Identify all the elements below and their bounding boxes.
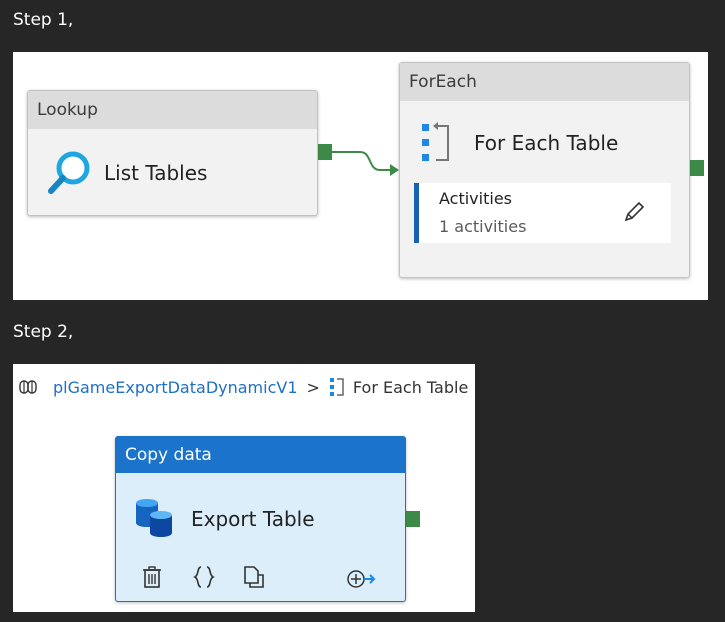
delete-icon[interactable] (140, 565, 164, 589)
lookup-activity[interactable]: Lookup List Tables (27, 90, 318, 216)
breadcrumb-pipeline-link[interactable]: plGameExportDataDynamicV1 (53, 378, 298, 397)
lookup-success-port[interactable] (318, 144, 332, 160)
activities-count: 1 activities (439, 217, 527, 236)
foreach-activity[interactable]: ForEach For Each Table Activities 1 acti… (399, 62, 690, 278)
connector-arrow (332, 151, 399, 176)
code-icon[interactable] (192, 565, 216, 589)
copy-data-activity-type: Copy data (116, 437, 405, 473)
database-icon (136, 499, 172, 537)
copy-icon[interactable] (242, 565, 266, 589)
breadcrumb-current: For Each Table (352, 377, 469, 397)
pipeline-canvas-step-1: Lookup List Tables ForEach For Each Tabl… (13, 52, 708, 300)
lookup-activity-title: List Tables (104, 161, 208, 185)
magnifier-icon (48, 151, 90, 194)
foreach-loop-icon (422, 122, 449, 161)
copy-data-activity-title: Export Table (191, 507, 315, 531)
pipeline-icon (19, 380, 37, 394)
step-2-label: Step 2, (13, 322, 74, 342)
foreach-activity-type: ForEach (400, 63, 689, 101)
copy-data-activity[interactable]: Copy data Export Table (115, 436, 406, 602)
lookup-activity-type: Lookup (28, 91, 317, 129)
pencil-edit-icon[interactable] (623, 201, 645, 223)
pipeline-canvas-step-2: plGameExportDataDynamicV1 > For Each Tab… (13, 364, 475, 612)
foreach-activity-title: For Each Table (474, 131, 619, 155)
foreach-success-port[interactable] (690, 160, 704, 176)
step-1-label: Step 1, (13, 10, 74, 30)
foreach-loop-icon (329, 378, 344, 396)
activities-label: Activities (439, 189, 512, 208)
breadcrumb-separator: > (306, 377, 320, 397)
copy-data-success-port[interactable] (406, 511, 420, 527)
inner-activities-box[interactable]: Activities 1 activities (414, 183, 671, 243)
breadcrumb: plGameExportDataDynamicV1 > For Each Tab… (19, 376, 468, 398)
add-output-icon[interactable] (346, 567, 376, 591)
